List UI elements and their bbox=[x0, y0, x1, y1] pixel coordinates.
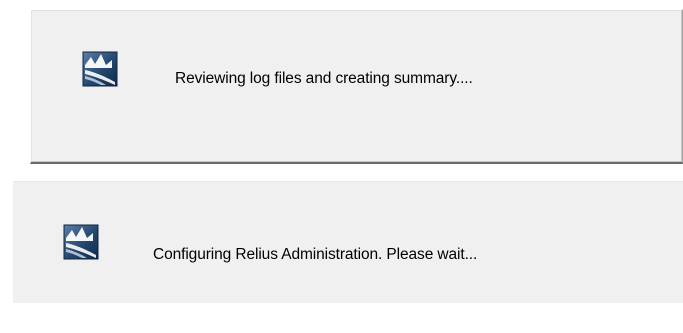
status-message: Reviewing log files and creating summary… bbox=[175, 70, 473, 87]
progress-dialog-reviewing-logs: Reviewing log files and creating summary… bbox=[30, 9, 683, 164]
progress-dialog-configuring: Configuring Relius Administration. Pleas… bbox=[13, 181, 683, 303]
status-message: Configuring Relius Administration. Pleas… bbox=[153, 246, 478, 263]
screenshot-canvas: Reviewing log files and creating summary… bbox=[0, 0, 683, 333]
relius-logo-icon bbox=[63, 224, 99, 260]
relius-logo-icon bbox=[82, 51, 118, 87]
